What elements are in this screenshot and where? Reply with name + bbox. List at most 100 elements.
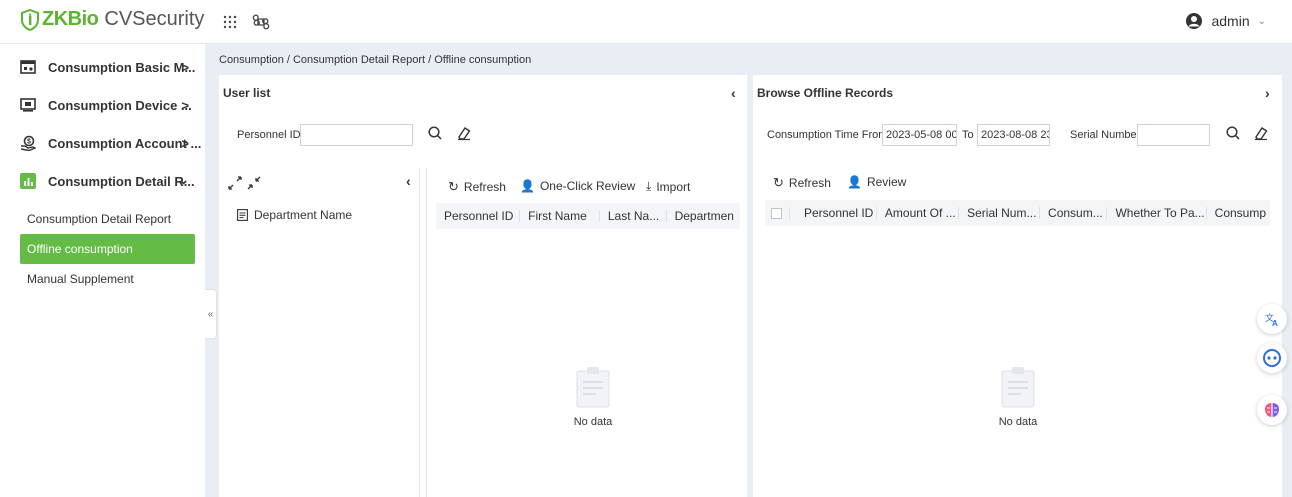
brand-name: CVSecurity <box>104 8 205 30</box>
translate-button[interactable]: 文A <box>1257 304 1287 334</box>
eraser-icon[interactable] <box>1253 125 1269 141</box>
chevron-right-icon: > <box>181 136 189 151</box>
expand-icon[interactable] <box>228 176 242 190</box>
search-icon[interactable] <box>1225 125 1241 141</box>
sidebar-subitem-manual-supplement[interactable]: Manual Supplement <box>0 264 205 294</box>
sidebar-item-label: Consumption Account ... <box>48 135 202 151</box>
clipboard-icon <box>576 367 610 408</box>
sidebar-item-label: Consumption Device ... <box>48 97 192 113</box>
chevron-down-icon: ⌄ <box>178 172 189 187</box>
select-all-checkbox[interactable] <box>765 207 789 219</box>
sidebar-item-basic[interactable]: Consumption Basic M... > <box>0 48 205 86</box>
column-personnel-id[interactable]: Personnel ID <box>788 207 876 219</box>
clipboard-icon <box>1001 367 1035 408</box>
double-chevron-left-icon: « <box>207 308 214 320</box>
user-menu[interactable]: admin ⌄ <box>1185 12 1266 30</box>
review-label: Review <box>866 175 907 189</box>
sidebar-subitem-offline-consumption[interactable]: Offline consumption <box>20 234 195 264</box>
import-icon: ⤓ <box>646 179 652 193</box>
sidebar-collapse-handle[interactable]: « <box>205 289 217 339</box>
basic-icon <box>20 60 36 74</box>
chevron-down-icon: ⌄ <box>1257 15 1266 27</box>
brand-prefix: ZKBio <box>42 8 99 30</box>
offline-records-title: Browse Offline Records <box>757 86 894 100</box>
sidebar-item-detail-report[interactable]: Consumption Detail R... ⌄ <box>0 162 205 200</box>
refresh-icon: ↻ <box>448 179 459 194</box>
import-label: Import <box>656 179 691 194</box>
collapse-icon[interactable] <box>247 176 261 190</box>
refresh-button[interactable]: ↻ Refresh <box>448 179 506 195</box>
apps-grid-icon[interactable] <box>221 13 239 31</box>
serial-number-label: Serial Number <box>1070 129 1141 141</box>
search-icon[interactable] <box>427 125 443 141</box>
brain-icon <box>1265 403 1279 417</box>
refresh-label: Refresh <box>463 180 506 194</box>
breadcrumb: Consumption / Consumption Detail Report … <box>219 54 532 66</box>
document-icon <box>237 209 248 221</box>
command-icon[interactable] <box>252 13 270 31</box>
import-button[interactable]: ⤓ Import <box>646 179 690 194</box>
department-tree: ‹ Department Name <box>219 168 420 497</box>
time-from-input[interactable] <box>882 124 957 146</box>
column-consumption[interactable]: Consum... <box>1039 207 1106 219</box>
column-first-name[interactable]: First Name <box>519 210 599 222</box>
user-list-title: User list <box>223 86 271 100</box>
svg-text:$: $ <box>27 139 31 146</box>
device-icon <box>20 98 36 112</box>
assistant-bot-button[interactable] <box>1257 343 1287 373</box>
one-click-review-label: One-Click Review <box>539 179 636 193</box>
personnel-table-header: Personnel ID First Name Last Na... Depar… <box>436 203 740 229</box>
review-button[interactable]: 👤 Review <box>847 175 906 189</box>
one-click-review-button[interactable]: 👤 One-Click Review <box>520 179 635 193</box>
time-to-input[interactable] <box>977 124 1050 146</box>
offline-refresh-button[interactable]: ↻ Refresh <box>773 175 831 191</box>
shield-logo-icon <box>21 8 39 31</box>
personnel-table-area: ↻ Refresh 👤 One-Click Review ⤓ Import Perso… <box>426 168 747 497</box>
sidebar-item-device[interactable]: Consumption Device ... > <box>0 86 205 124</box>
account-icon: $ <box>20 135 36 151</box>
department-name-header: Department Name <box>254 208 353 222</box>
username: admin <box>1211 13 1250 29</box>
personnel-id-label: Personnel ID <box>237 129 301 141</box>
chevron-left-icon[interactable]: ‹ <box>406 173 411 189</box>
sidebar-item-label: Consumption Detail R... <box>48 173 195 189</box>
column-amount[interactable]: Amount Of ... <box>875 207 958 219</box>
time-to-label: To <box>962 129 974 141</box>
user-list-panel: User list ‹ Personnel ID ‹ Department Na… <box>219 75 747 497</box>
column-whether-to-pay[interactable]: Whether To Pa... <box>1106 207 1205 219</box>
column-last-name[interactable]: Last Na... <box>598 210 666 222</box>
chevron-right-icon[interactable]: › <box>1265 85 1270 101</box>
ai-brain-button[interactable] <box>1257 395 1287 425</box>
person-icon: 👤 <box>847 175 862 189</box>
time-from-label: Consumption Time From <box>767 129 888 141</box>
refresh-icon: ↻ <box>773 175 784 190</box>
department-tree-root[interactable]: Department Name <box>237 208 352 222</box>
offline-records-table-header: Personnel ID Amount Of ... Serial Num...… <box>765 200 1270 226</box>
top-bar: ZKBio CVSecurity admin ⌄ <box>0 0 1292 44</box>
column-personnel-id[interactable]: Personnel ID <box>436 210 519 222</box>
offline-records-panel: Browse Offline Records › Consumption Tim… <box>753 75 1282 497</box>
no-data-text: No data <box>998 416 1038 428</box>
sidebar: Consumption Basic M... > Consumption Dev… <box>0 44 205 497</box>
user-avatar-icon <box>1186 13 1203 29</box>
column-serial-number[interactable]: Serial Num... <box>958 207 1039 219</box>
chevron-right-icon: > <box>181 60 189 75</box>
empty-state: No data <box>553 366 633 428</box>
svg-text:A: A <box>1272 319 1278 327</box>
eraser-icon[interactable] <box>456 125 472 141</box>
sidebar-item-label: Consumption Basic M... <box>48 59 196 75</box>
serial-number-input[interactable] <box>1137 124 1210 146</box>
robot-icon <box>1263 349 1281 367</box>
sidebar-subitem-detail-report[interactable]: Consumption Detail Report <box>0 204 205 234</box>
refresh-label: Refresh <box>788 176 831 190</box>
translate-icon: 文A <box>1265 312 1278 327</box>
detail-report-icon <box>20 173 36 189</box>
column-consumption-time[interactable]: Consump <box>1205 207 1270 219</box>
chevron-right-icon: > <box>181 98 189 113</box>
column-department[interactable]: Departmen <box>665 210 740 222</box>
personnel-id-input[interactable] <box>300 124 413 146</box>
sidebar-item-account[interactable]: $ Consumption Account ... > <box>0 124 205 162</box>
empty-state: No data <box>978 366 1058 428</box>
chevron-left-icon[interactable]: ‹ <box>731 85 736 101</box>
logo: ZKBio CVSecurity <box>20 8 204 31</box>
